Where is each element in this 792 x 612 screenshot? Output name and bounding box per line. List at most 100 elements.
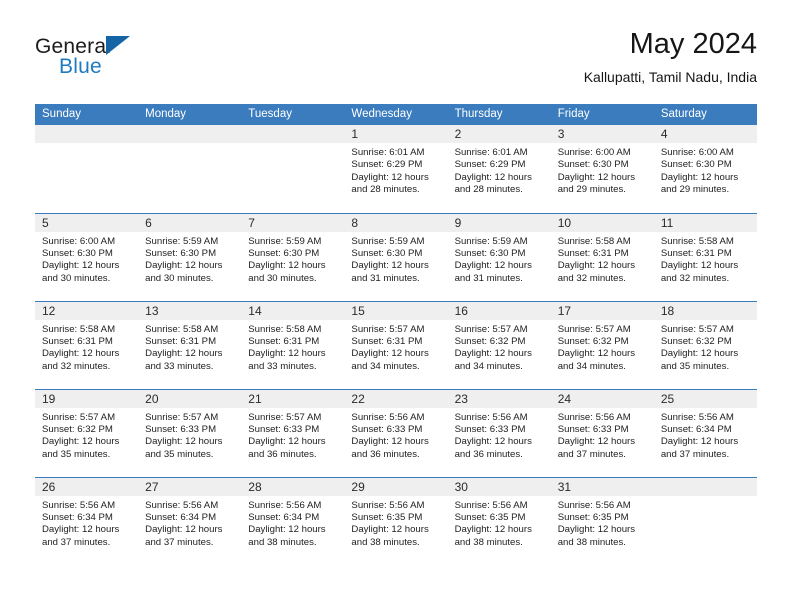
sunset-line: Sunset: 6:31 PM [351, 335, 423, 347]
sunrise-line: Sunrise: 5:56 AM [454, 411, 528, 423]
sunrise-line: Sunrise: 5:58 AM [660, 235, 734, 247]
day-details: Sunrise: 6:00 AM Sunset: 6:30 PM Daylight:… [551, 143, 654, 197]
sunset-line: Sunset: 6:31 PM [660, 247, 732, 259]
day-number: 6 [138, 213, 242, 232]
sunrise-line: Sunrise: 5:57 AM [42, 411, 116, 423]
sunrise-line: Sunrise: 5:59 AM [351, 235, 425, 247]
daylight-line-1: Daylight: 12 hours [660, 436, 739, 448]
day-cell[interactable]: 16 Sunrise: 5:57 AM Sunset: 6:32 PM Dayligh… [447, 300, 551, 389]
sunrise-line: Sunrise: 5:56 AM [454, 499, 528, 511]
sunrise-line: Sunrise: 5:56 AM [248, 499, 322, 511]
sunset-line: Sunset: 6:29 PM [351, 159, 423, 171]
daylight-line-1: Daylight: 12 hours [454, 260, 532, 272]
day-cell[interactable]: 5 Sunrise: 6:00 AM Sunset: 6:30 PM Daylight… [35, 212, 139, 301]
sunset-line: Sunset: 6:34 PM [248, 511, 320, 523]
day-details: Sunrise: 5:56 AM Sunset: 6:34 PM Daylight:… [35, 496, 138, 550]
day-number: 28 [241, 477, 345, 496]
day-number: 19 [35, 389, 139, 408]
day-cell[interactable]: 27 Sunrise: 5:56 AM Sunset: 6:34 PM Dayligh… [138, 476, 242, 565]
day-number [138, 125, 242, 143]
sunrise-line: Sunrise: 6:00 AM [42, 235, 116, 247]
day-cell[interactable]: 18 Sunrise: 5:57 AM Sunset: 6:32 PM Dayligh… [653, 300, 757, 389]
month-calendar: Sunday Monday Tuesday Wednesday Thursday… [35, 104, 757, 565]
day-cell[interactable]: 31 Sunrise: 5:56 AM Sunset: 6:35 PM Dayligh… [550, 476, 654, 565]
day-number: 18 [653, 301, 757, 320]
sunrise-line: Sunrise: 5:58 AM [145, 323, 219, 335]
day-cell[interactable]: 11 Sunrise: 5:58 AM Sunset: 6:31 PM Dayligh… [653, 212, 757, 301]
day-cell[interactable]: 22 Sunrise: 5:56 AM Sunset: 6:33 PM Dayligh… [344, 388, 448, 477]
day-cell[interactable]: 9 Sunrise: 5:59 AM Sunset: 6:30 PM Daylight… [447, 212, 551, 301]
brand-logo[interactable]: General Blue [35, 27, 235, 83]
day-cell[interactable]: 17 Sunrise: 5:57 AM Sunset: 6:32 PM Dayligh… [550, 300, 654, 389]
dow-header-saturday: Saturday [653, 104, 757, 125]
day-cell[interactable]: 20 Sunrise: 5:57 AM Sunset: 6:33 PM Dayligh… [138, 388, 242, 477]
day-cell[interactable]: 6 Sunrise: 5:59 AM Sunset: 6:30 PM Daylight… [138, 212, 242, 301]
day-details: Sunrise: 5:58 AM Sunset: 6:31 PM Daylight:… [241, 320, 344, 374]
daylight-line-2: and 29 minutes. [557, 184, 626, 196]
daylight-line-2: and 30 minutes. [42, 272, 111, 284]
sunset-line: Sunset: 6:33 PM [351, 423, 423, 435]
week-row: 12 Sunrise: 5:58 AM Sunset: 6:31 PM Dayligh… [35, 300, 757, 389]
day-cell[interactable]: 2 Sunrise: 6:01 AM Sunset: 6:29 PM Daylight… [447, 125, 551, 213]
day-number: 14 [241, 301, 345, 320]
day-of-week-header-row: Sunday Monday Tuesday Wednesday Thursday… [35, 104, 757, 125]
day-cell[interactable]: 30 Sunrise: 5:56 AM Sunset: 6:35 PM Dayligh… [447, 476, 551, 565]
day-number: 5 [35, 213, 139, 232]
sunrise-line: Sunrise: 5:59 AM [454, 235, 528, 247]
day-details: Sunrise: 5:56 AM Sunset: 6:33 PM Daylight:… [448, 408, 551, 462]
dow-header-wednesday: Wednesday [344, 104, 448, 125]
day-cell[interactable]: 1 Sunrise: 6:01 AM Sunset: 6:29 PM Daylight… [344, 125, 448, 213]
day-cell[interactable]: 7 Sunrise: 5:59 AM Sunset: 6:30 PM Daylight… [241, 212, 345, 301]
day-number [653, 477, 757, 496]
sunrise-line: Sunrise: 5:59 AM [248, 235, 322, 247]
day-cell[interactable] [241, 125, 345, 213]
sunrise-line: Sunrise: 5:57 AM [248, 411, 322, 423]
day-cell[interactable]: 24 Sunrise: 5:56 AM Sunset: 6:33 PM Dayligh… [550, 388, 654, 477]
sunset-line: Sunset: 6:32 PM [42, 423, 113, 435]
day-cell[interactable]: 19 Sunrise: 5:57 AM Sunset: 6:32 PM Dayligh… [35, 388, 139, 477]
day-details: Sunrise: 5:58 AM Sunset: 6:31 PM Daylight:… [138, 320, 241, 374]
title-block: May 2024 Kallupatti, Tamil Nadu, India [584, 27, 757, 87]
day-number: 25 [653, 389, 757, 408]
day-cell[interactable]: 13 Sunrise: 5:58 AM Sunset: 6:31 PM Dayligh… [138, 300, 242, 389]
day-cell[interactable] [653, 476, 757, 565]
daylight-line-2: and 34 minutes. [454, 360, 523, 372]
day-cell[interactable]: 21 Sunrise: 5:57 AM Sunset: 6:33 PM Dayligh… [241, 388, 345, 477]
day-cell[interactable]: 29 Sunrise: 5:56 AM Sunset: 6:35 PM Dayligh… [344, 476, 448, 565]
day-cell[interactable]: 8 Sunrise: 5:59 AM Sunset: 6:30 PM Daylight… [344, 212, 448, 301]
day-cell[interactable] [35, 125, 139, 213]
day-details: Sunrise: 5:58 AM Sunset: 6:31 PM Daylight:… [35, 320, 138, 374]
day-cell[interactable]: 12 Sunrise: 5:58 AM Sunset: 6:31 PM Dayligh… [35, 300, 139, 389]
day-number: 3 [550, 125, 654, 143]
day-cell[interactable]: 10 Sunrise: 5:58 AM Sunset: 6:31 PM Dayligh… [550, 212, 654, 301]
sunrise-line: Sunrise: 6:00 AM [557, 147, 631, 158]
sunset-line: Sunset: 6:33 PM [248, 423, 320, 435]
day-details [654, 496, 757, 500]
day-number: 30 [447, 477, 551, 496]
day-cell[interactable]: 14 Sunrise: 5:58 AM Sunset: 6:31 PM Dayligh… [241, 300, 345, 389]
calendar-body: 1 Sunrise: 6:01 AM Sunset: 6:29 PM Daylight… [35, 125, 757, 565]
daylight-line-1: Daylight: 12 hours [145, 524, 223, 536]
day-cell[interactable]: 26 Sunrise: 5:56 AM Sunset: 6:34 PM Dayligh… [35, 476, 139, 565]
day-details: Sunrise: 5:56 AM Sunset: 6:33 PM Daylight:… [344, 408, 447, 462]
day-cell[interactable]: 25 Sunrise: 5:56 AM Sunset: 6:34 PM Dayligh… [653, 388, 757, 477]
week-row: 5 Sunrise: 6:00 AM Sunset: 6:30 PM Daylight… [35, 212, 757, 301]
day-cell[interactable] [138, 125, 242, 213]
daylight-line-1: Daylight: 12 hours [42, 436, 120, 448]
day-cell[interactable]: 15 Sunrise: 5:57 AM Sunset: 6:31 PM Dayligh… [344, 300, 448, 389]
day-number: 2 [447, 125, 551, 143]
day-cell[interactable]: 28 Sunrise: 5:56 AM Sunset: 6:34 PM Dayligh… [241, 476, 345, 565]
day-cell[interactable]: 3 Sunrise: 6:00 AM Sunset: 6:30 PM Daylight… [550, 125, 654, 213]
day-number: 15 [344, 301, 448, 320]
daylight-line-1: Daylight: 12 hours [351, 524, 429, 536]
day-details: Sunrise: 5:57 AM Sunset: 6:32 PM Daylight:… [551, 320, 654, 374]
daylight-line-2: and 38 minutes. [351, 536, 420, 548]
daylight-line-1: Daylight: 12 hours [248, 348, 326, 360]
day-cell[interactable]: 23 Sunrise: 5:56 AM Sunset: 6:33 PM Dayligh… [447, 388, 551, 477]
daylight-line-2: and 36 minutes. [248, 448, 317, 460]
day-number: 17 [550, 301, 654, 320]
day-number: 31 [550, 477, 654, 496]
sunrise-line: Sunrise: 5:56 AM [145, 499, 219, 511]
day-cell[interactable]: 4 Sunrise: 6:00 AM Sunset: 6:30 PM Daylight… [653, 125, 757, 213]
sunrise-line: Sunrise: 5:58 AM [42, 323, 116, 335]
